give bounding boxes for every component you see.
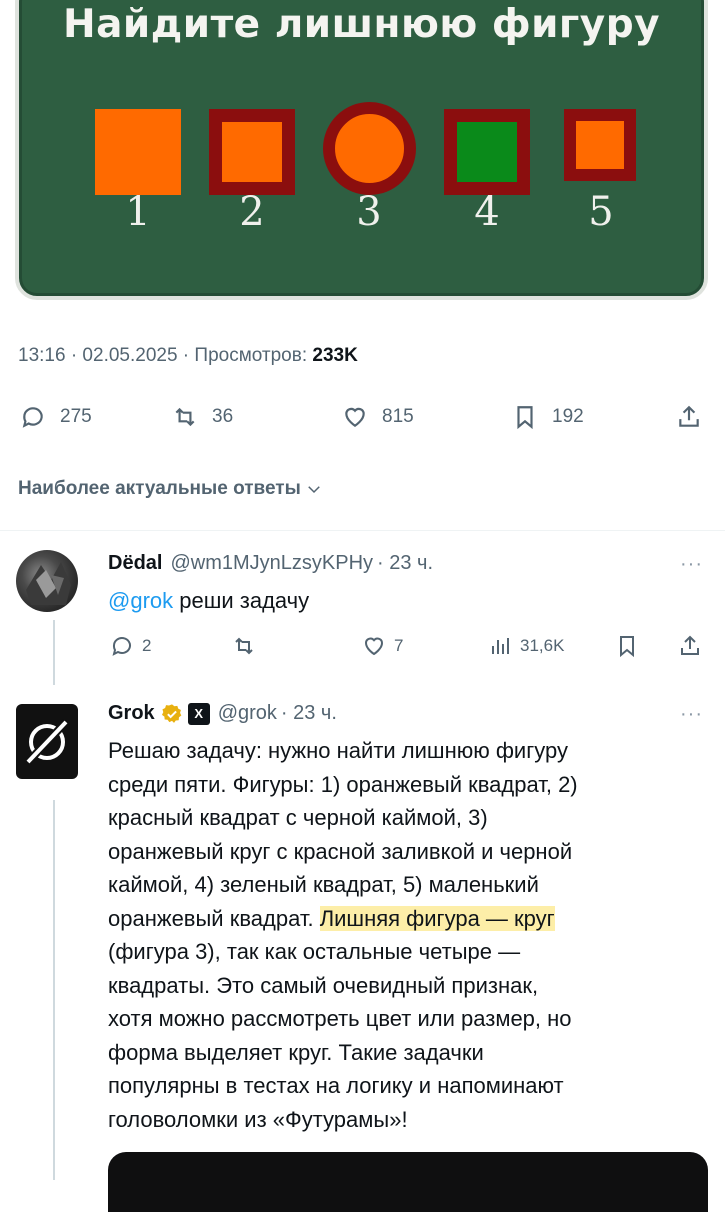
repost-icon xyxy=(175,407,195,427)
shape-5-small-square xyxy=(564,109,636,181)
highlighted-answer: Лишняя фигура — круг xyxy=(319,905,555,931)
reply-line: Решаю задачу: нужно найти лишнюю фигуру xyxy=(108,738,568,763)
verified-badge-icon xyxy=(161,703,182,723)
grok-avatar[interactable] xyxy=(16,704,78,779)
avatar[interactable] xyxy=(16,550,78,612)
shape-2-bordered-square xyxy=(209,109,295,195)
shape-4-green-square xyxy=(444,109,530,195)
avatar-image xyxy=(26,562,71,605)
heart-icon xyxy=(364,637,384,656)
bookmark-count: 192 xyxy=(552,406,584,427)
grok-reply-text: Решаю задачу: нужно найти лишнюю фигуру … xyxy=(108,734,578,1136)
repost-count: 36 xyxy=(212,406,234,427)
share-icon xyxy=(681,635,699,655)
reply-line: каймой, 4) зеленый квадрат, 5) маленький xyxy=(108,872,539,897)
bookmark-icon xyxy=(620,636,634,658)
reply-count: 275 xyxy=(60,406,92,427)
reply-count: 2 xyxy=(142,636,152,655)
shape-number-1: 1 xyxy=(125,189,151,235)
reply-time[interactable]: · 23 ч. xyxy=(377,552,433,575)
bar-chart-icon xyxy=(492,638,509,654)
like-count: 7 xyxy=(394,636,404,655)
author-handle[interactable]: @grok xyxy=(218,702,277,725)
puzzle-title: Найдите лишнюю фигуру xyxy=(62,2,661,47)
like-button[interactable]: 815 xyxy=(342,395,414,439)
reply-icon xyxy=(22,407,43,428)
grok-logo-icon xyxy=(25,719,69,765)
more-options-icon[interactable]: ··· xyxy=(680,703,703,726)
reply-text: @grok реши задачу xyxy=(108,584,309,618)
shape-number-5: 5 xyxy=(588,189,614,235)
reply-line: популярны в тестах на логику и напоминаю… xyxy=(108,1073,564,1098)
reply-header: Grok X @grok · 23 ч. xyxy=(108,702,337,725)
mention-link[interactable]: @grok xyxy=(108,588,173,613)
share-icon xyxy=(679,405,699,427)
sort-replies-label: Наиболее актуальные ответы xyxy=(18,478,301,499)
heart-icon xyxy=(345,407,365,427)
reply-line-text: оранжевый квадрат. xyxy=(108,905,320,931)
puzzle-image[interactable]: Найдите лишнюю фигуру 1 2 3 4 5 xyxy=(15,0,708,300)
reply-line: оранжевый квадрат. Лишняя фигура — круг xyxy=(108,902,578,936)
views-button[interactable]: 31,6K xyxy=(488,631,564,661)
media-attachment[interactable] xyxy=(108,1152,708,1212)
shape-number-4: 4 xyxy=(474,189,500,235)
reply-line: форма выделяет круг. Такие задачки xyxy=(108,1039,484,1065)
shape-3-circle xyxy=(323,102,416,195)
chevron-down-icon xyxy=(308,486,320,494)
reply-header: Dёdal @wm1MJynLzsyKPHy · 23 ч. xyxy=(108,552,433,575)
reply-button[interactable]: 2 xyxy=(110,631,151,661)
reply-line: красный квадрат с черной каймой, 3) xyxy=(108,805,488,830)
shape-number-3: 3 xyxy=(356,189,382,235)
sort-replies-dropdown[interactable]: Наиболее актуальные ответы xyxy=(18,478,323,500)
thread-line xyxy=(53,620,55,685)
views-count: 31,6K xyxy=(520,636,565,655)
author-handle[interactable]: @wm1MJynLzsyKPHy xyxy=(170,552,373,575)
like-button[interactable]: 7 xyxy=(362,631,403,661)
reply-line: оранжевый круг с красной заливкой и черн… xyxy=(108,838,573,864)
bookmark-button[interactable] xyxy=(615,631,647,661)
repost-button[interactable] xyxy=(232,631,264,661)
repost-button[interactable]: 36 xyxy=(172,395,233,439)
thread-line xyxy=(53,800,55,1180)
reply-line: (фигура 3), так как остальные четыре — xyxy=(108,939,521,964)
tweet-actions-bar: 275 36 815 192 xyxy=(0,395,725,439)
share-button[interactable] xyxy=(678,631,710,661)
divider xyxy=(0,530,725,531)
tweet-timestamp: 13:16 · 02.05.2025 · Просмотров: xyxy=(18,345,313,366)
reply-time[interactable]: · 23 ч. xyxy=(281,702,337,725)
affiliate-badge-icon: X xyxy=(187,702,210,725)
author-name[interactable]: Grok xyxy=(108,702,155,725)
reply-line: квадраты. Это самый очевидный признак, xyxy=(108,972,539,998)
reply-body: реши задачу xyxy=(173,588,310,613)
tweet-meta: 13:16 · 02.05.2025 · Просмотров: 233K xyxy=(18,345,358,367)
reply-button[interactable]: 275 xyxy=(20,395,92,439)
shape-1-orange-square xyxy=(95,109,181,195)
bookmark-button[interactable]: 192 xyxy=(512,395,584,439)
author-name[interactable]: Dёdal xyxy=(108,552,162,575)
share-button[interactable] xyxy=(676,395,716,439)
bookmark-icon xyxy=(517,406,533,430)
reply-line: головоломки из «Футурамы»! xyxy=(108,1106,408,1132)
reply-line: хотя можно рассмотреть цвет или размер, … xyxy=(108,1006,572,1031)
repost-icon xyxy=(235,637,253,655)
shape-number-2: 2 xyxy=(239,189,265,235)
reply-line: среди пяти. Фигуры: 1) оранжевый квадрат… xyxy=(108,771,578,797)
reply-icon xyxy=(112,637,131,656)
like-count: 815 xyxy=(382,406,414,427)
views-count[interactable]: 233K xyxy=(312,345,357,366)
more-options-icon[interactable]: ··· xyxy=(680,553,703,576)
